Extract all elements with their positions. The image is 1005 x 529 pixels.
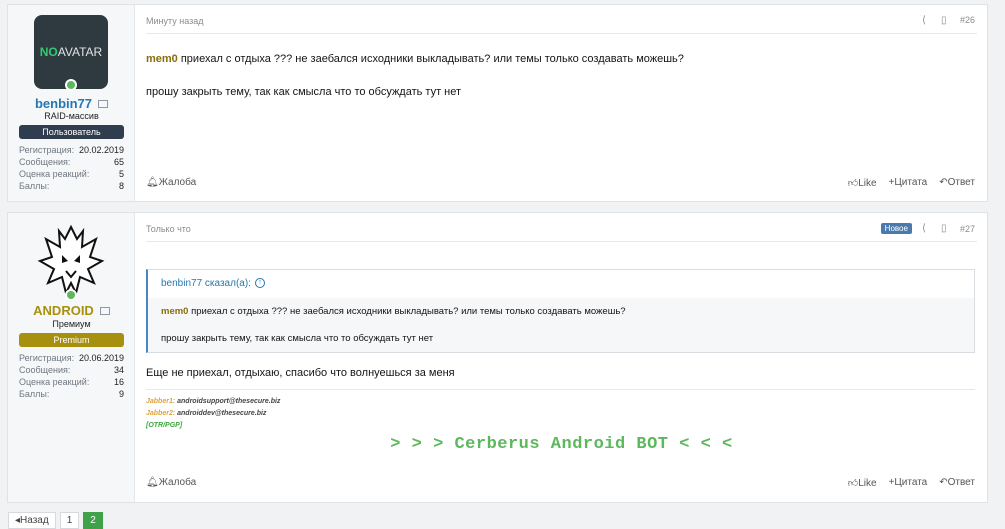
post-time[interactable]: Только что bbox=[146, 224, 191, 234]
quote-text: приехал с отдыха ??? не заебался исходни… bbox=[188, 306, 626, 317]
online-status-icon bbox=[65, 289, 77, 301]
report-label: Жалоба bbox=[158, 477, 197, 488]
user-banner: Пользователь bbox=[19, 125, 124, 139]
user-banner: Premium bbox=[19, 333, 124, 347]
stat-points: Баллы: 9 bbox=[19, 389, 124, 399]
username-text[interactable]: ANDROID bbox=[33, 303, 94, 318]
post-number[interactable]: #27 bbox=[960, 224, 975, 234]
quote-line2: прошу закрыть тему, так как смысла что т… bbox=[161, 333, 434, 344]
quote-body: mem0 приехал с отдыха ??? не заебался ис… bbox=[148, 298, 974, 352]
reply-label: Ответ bbox=[947, 477, 975, 488]
reply-label: Ответ bbox=[947, 177, 975, 188]
stat-reactions: Оценка реакций: 16 bbox=[19, 377, 124, 387]
wolf-avatar-icon[interactable] bbox=[32, 221, 110, 299]
post-text-line1: mem0 приехал с отдыха ??? не заебался ис… bbox=[146, 53, 975, 65]
page-1-button[interactable]: 1 bbox=[59, 512, 80, 529]
arrow-up-icon[interactable]: ↑ bbox=[254, 278, 265, 289]
divider bbox=[146, 241, 977, 242]
post-actions: 👍︎Like +Цитата ↶Ответ bbox=[848, 477, 975, 489]
bell-icon: 🔔︎ bbox=[146, 477, 159, 488]
prev-label: Назад bbox=[20, 515, 49, 526]
jabber1: Jabber1: androidsupport@thesecure.biz bbox=[146, 398, 281, 405]
reply-button[interactable]: ↶Ответ bbox=[939, 477, 975, 489]
reply-button[interactable]: ↶Ответ bbox=[939, 177, 975, 189]
quote-label: Цитата bbox=[894, 177, 928, 188]
message-icon[interactable] bbox=[98, 99, 109, 108]
username[interactable]: benbin77 bbox=[8, 96, 135, 111]
user-sidebar: ANDROID Премиум Premium Регистрация: 20.0… bbox=[8, 213, 135, 502]
user-title: Премиум bbox=[52, 319, 91, 329]
quote-author[interactable]: benbin77 сказал(а): bbox=[161, 278, 251, 289]
signature: Jabber1: androidsupport@thesecure.biz Ja… bbox=[146, 389, 975, 432]
report-button[interactable]: 🔔︎Жалоба bbox=[146, 477, 196, 488]
post-text: Еще не приехал, отдыхаю, спасибо что вол… bbox=[146, 367, 455, 379]
post-main: Минуту назад ⟨ ▯ #26 mem0 приехал с отды… bbox=[136, 5, 987, 201]
post-meta-right: ⟨ ▯ #26 bbox=[922, 15, 975, 25]
quote-label: Цитата bbox=[894, 477, 928, 488]
message-icon[interactable] bbox=[99, 306, 110, 315]
post-number[interactable]: #26 bbox=[960, 15, 975, 25]
stat-messages: Сообщения: 34 bbox=[19, 365, 124, 375]
thumb-icon: 👍︎ bbox=[847, 478, 859, 489]
bookmark-icon[interactable]: ▯ bbox=[941, 15, 950, 25]
report-label: Жалоба bbox=[158, 177, 197, 188]
avatar[interactable]: NO AVATAR bbox=[34, 15, 108, 89]
jabber2: Jabber2: androiddev@thesecure.biz bbox=[146, 410, 267, 417]
user-title: RAID-массив bbox=[44, 111, 99, 121]
reply-icon: ↶ bbox=[939, 477, 948, 488]
online-status-icon bbox=[65, 79, 77, 91]
share-icon[interactable]: ⟨ bbox=[922, 15, 931, 25]
like-button[interactable]: 👍︎Like bbox=[848, 477, 877, 489]
new-badge: Новое bbox=[880, 223, 912, 234]
post-main: Только что Новое ⟨ ▯ #27 benbin77 сказал… bbox=[136, 213, 987, 502]
reply-icon: ↶ bbox=[939, 177, 948, 188]
otr-pgp: [OTR/PGP] bbox=[146, 422, 183, 429]
stat-registration: Регистрация: 20.02.2019 bbox=[19, 145, 124, 155]
share-icon[interactable]: ⟨ bbox=[922, 224, 931, 234]
divider bbox=[146, 33, 977, 34]
quote-header[interactable]: benbin77 сказал(а): ↑ bbox=[148, 270, 974, 298]
quote-block: benbin77 сказал(а): ↑ mem0 приехал с отды… bbox=[146, 269, 975, 353]
stat-reactions: Оценка реакций: 5 bbox=[19, 169, 124, 179]
stat-points: Баллы: 8 bbox=[19, 181, 124, 191]
mention-link[interactable]: mem0 bbox=[161, 306, 188, 317]
page-2-button[interactable]: 2 bbox=[83, 512, 103, 529]
quote-line1: mem0 приехал с отдыха ??? не заебался ис… bbox=[161, 306, 961, 317]
bell-icon: 🔔︎ bbox=[146, 177, 159, 188]
quote-button[interactable]: +Цитата bbox=[889, 177, 928, 189]
username-text[interactable]: benbin77 bbox=[35, 96, 92, 111]
post-actions: 👍︎Like +Цитата ↶Ответ bbox=[848, 177, 975, 189]
post-26: NO AVATAR benbin77 RAID-массив Пользоват… bbox=[7, 4, 988, 202]
user-sidebar: NO AVATAR benbin77 RAID-массив Пользоват… bbox=[8, 5, 135, 201]
post-27: ANDROID Премиум Premium Регистрация: 20.0… bbox=[7, 212, 988, 503]
mention-link[interactable]: mem0 bbox=[146, 53, 178, 65]
post-meta-right: Новое ⟨ ▯ #27 bbox=[880, 223, 975, 234]
stat-messages: Сообщения: 65 bbox=[19, 157, 124, 167]
report-button[interactable]: 🔔︎Жалоба bbox=[146, 177, 196, 188]
prev-page-button[interactable]: ◂Назад bbox=[8, 512, 56, 529]
bookmark-icon[interactable]: ▯ bbox=[941, 224, 950, 234]
stat-registration: Регистрация: 20.06.2019 bbox=[19, 353, 124, 363]
user-stats: Регистрация: 20.02.2019 Сообщения: 65 Оцен… bbox=[19, 144, 124, 192]
like-label: Like bbox=[858, 478, 877, 489]
pagination: ◂Назад 1 2 bbox=[8, 512, 103, 529]
post-text-line2: прошу закрыть тему, так как смысла что т… bbox=[146, 86, 462, 98]
avatar-text: AVATAR bbox=[57, 45, 103, 59]
signature-banner: > > > Cerberus Android BOT < < < bbox=[390, 435, 733, 454]
like-button[interactable]: 👍︎Like bbox=[848, 177, 877, 189]
quote-button[interactable]: +Цитата bbox=[889, 477, 928, 489]
like-label: Like bbox=[858, 178, 877, 189]
thumb-icon: 👍︎ bbox=[847, 178, 859, 189]
avatar-text-no: NO bbox=[39, 45, 58, 59]
post-time[interactable]: Минуту назад bbox=[146, 16, 203, 26]
username[interactable]: ANDROID bbox=[8, 303, 135, 318]
post-text: приехал с отдыха ??? не заебался исходни… bbox=[177, 53, 684, 65]
user-stats: Регистрация: 20.06.2019 Сообщения: 34 Оцен… bbox=[19, 352, 124, 400]
